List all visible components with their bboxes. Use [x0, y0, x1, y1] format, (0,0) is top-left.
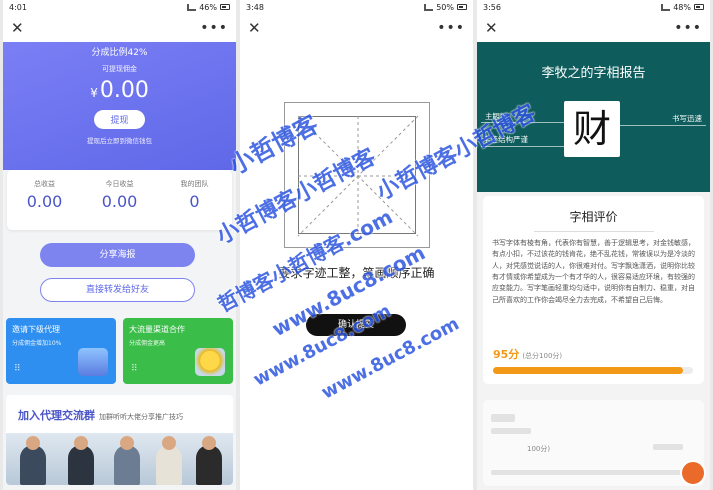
withdraw-hint: 提现后立即到微信钱包 — [87, 137, 152, 145]
signal-icon — [424, 3, 434, 11]
battery-level: 50% — [436, 2, 454, 12]
status-time: 4:01 — [9, 2, 27, 12]
screenshot-collage: 4:01 46% ✕ ••• 分成比例42% 可提现佣金 ¥0.00 提现 提现… — [0, 0, 713, 490]
join-title: 加入代理交流群 加群听听大佬分享推广技巧 — [6, 395, 233, 423]
box-illustration-icon — [78, 348, 108, 376]
grid-guides — [297, 115, 419, 237]
stat-value: 0.00 — [101, 192, 138, 211]
evaluation-card: 字相评价 书写字体有棱有角，代表你有智慧，善于逻辑思考，对金钱敏感，有点小扣，不… — [483, 196, 704, 384]
floating-orb-button[interactable] — [680, 460, 706, 486]
blur-block — [491, 470, 691, 475]
blurred-section: 100分) — [483, 400, 704, 486]
status-bar: 3:56 48% — [477, 0, 710, 14]
commission-ratio: 分成比例42% — [91, 48, 148, 58]
withdraw-button[interactable]: 提现 — [94, 110, 145, 129]
signal-icon — [661, 3, 671, 11]
battery-icon — [694, 4, 704, 10]
battery-level: 46% — [199, 2, 217, 12]
stat-total[interactable]: 总收益 0.00 — [7, 170, 82, 230]
join-subtitle: 加群听听大佬分享推广技巧 — [99, 413, 183, 421]
confirm-submit-button[interactable]: 确认提交 — [306, 314, 406, 336]
trait-label: 主観料 — [485, 112, 508, 121]
trait-label: 字迹结构严谨 — [483, 135, 528, 144]
coin-illustration-icon — [195, 348, 225, 376]
score-value: 95分 — [493, 348, 520, 361]
card-subtitle: 分成佣金更高 — [129, 340, 166, 347]
traffic-partner-card[interactable]: 大流量渠道合作 分成佣金更高 ⠿ — [123, 318, 233, 384]
evaluation-text: 书写字体有棱有角，代表你有智慧，善于逻辑思考，对金钱敏感，有点小扣，不过该花的钱… — [492, 239, 695, 304]
join-title-text: 加入代理交流群 — [18, 409, 95, 422]
more-icon[interactable]: ••• — [674, 20, 702, 36]
battery-icon — [220, 4, 230, 10]
stat-value: 0.00 — [26, 192, 63, 211]
stat-label: 今日收益 — [105, 180, 134, 188]
more-icon[interactable]: ••• — [437, 20, 465, 36]
title-bar: ✕ ••• — [477, 14, 710, 42]
person-figure — [156, 436, 182, 485]
invite-agent-card[interactable]: 邀请下级代理 分成佣金增加10% ⠿ — [6, 318, 116, 384]
handwriting-report-screen: 3:56 48% ✕ ••• 李牧之的字相报告 主観料 书写迅速 字迹结构严谨 … — [477, 0, 710, 490]
blur-block — [491, 414, 515, 422]
earnings-stats: 总收益 0.00 今日收益 0.00 我的团队 0 — [7, 170, 232, 230]
more-icon[interactable]: ••• — [200, 20, 228, 36]
status-time: 3:48 — [246, 2, 264, 12]
agent-earnings-screen: 4:01 46% ✕ ••• 分成比例42% 可提现佣金 ¥0.00 提现 提现… — [3, 0, 236, 490]
title-bar: ✕ ••• — [240, 14, 473, 42]
stat-label: 总收益 — [34, 180, 55, 188]
score-total: (总分100分) — [522, 352, 563, 360]
amount-value: 0.00 — [99, 78, 149, 103]
score-bar — [493, 367, 693, 374]
close-icon[interactable]: ✕ — [11, 19, 24, 37]
close-icon[interactable]: ✕ — [485, 19, 498, 37]
signal-icon — [187, 3, 197, 11]
person-figure — [68, 436, 94, 485]
join-group-banner[interactable]: 加入代理交流群 加群听听大佬分享推广技巧 — [6, 395, 233, 485]
earnings-hero: 分成比例42% 可提现佣金 ¥0.00 提现 提现后立即到微信钱包 — [3, 42, 236, 170]
card-title: 邀请下级代理 — [12, 325, 60, 334]
blurred-text: 100分) — [527, 445, 551, 453]
blur-block — [491, 428, 531, 434]
trait-line — [620, 125, 706, 126]
handwriting-input-screen: 3:48 50% ✕ ••• 要求字迹工整，笔画顺序正确 确认提交 — [240, 0, 473, 490]
person-figure — [196, 436, 222, 485]
title-bar: ✕ ••• — [3, 14, 236, 42]
close-icon[interactable]: ✕ — [248, 19, 261, 37]
blur-block — [653, 444, 683, 450]
status-bar: 3:48 50% — [240, 0, 473, 14]
status-time: 3:56 — [483, 2, 501, 12]
currency-symbol: ¥ — [90, 86, 98, 100]
stat-label: 我的团队 — [180, 180, 209, 188]
person-figure — [114, 436, 140, 485]
person-figure — [20, 436, 46, 485]
report-title: 李牧之的字相报告 — [541, 66, 646, 81]
withdrawable-amount: ¥0.00 — [3, 78, 236, 103]
forward-to-friend-button[interactable]: 直接转发给好友 — [40, 278, 195, 302]
score-bar-fill — [493, 367, 683, 374]
status-bar: 4:01 46% — [3, 0, 236, 14]
battery-level: 48% — [673, 2, 691, 12]
stat-today[interactable]: 今日收益 0.00 — [82, 170, 157, 230]
trait-label: 书写迅速 — [672, 114, 702, 123]
grid-dots-icon: ⠿ — [14, 364, 22, 374]
card-title: 大流量渠道合作 — [129, 325, 185, 334]
withdrawable-label: 可提现佣金 — [102, 65, 137, 73]
trait-line — [481, 122, 565, 123]
stat-team[interactable]: 我的团队 0 — [157, 170, 232, 230]
writing-instruction: 要求字迹工整，笔画顺序正确 — [278, 266, 435, 280]
card-subtitle: 分成佣金增加10% — [12, 340, 62, 347]
grid-dots-icon: ⠿ — [131, 364, 139, 374]
people-photo — [6, 433, 233, 485]
handwriting-sample: 财 — [564, 101, 620, 157]
stat-value: 0 — [189, 192, 200, 211]
evaluation-title: 字相评价 — [483, 196, 704, 232]
score: 95分 (总分100分) — [493, 346, 562, 362]
share-poster-button[interactable]: 分享海报 — [40, 243, 195, 267]
trait-line — [481, 146, 565, 147]
battery-icon — [457, 4, 467, 10]
writing-grid[interactable] — [284, 102, 430, 248]
